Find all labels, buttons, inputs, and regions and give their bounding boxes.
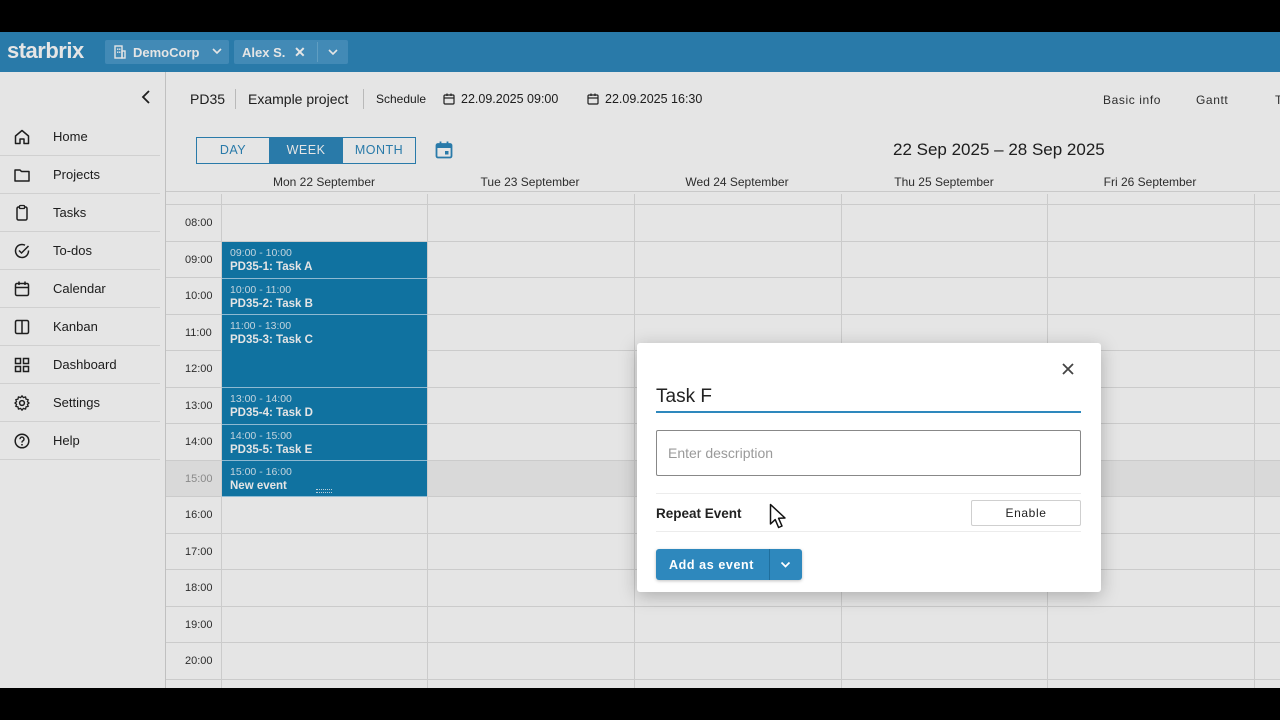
divider xyxy=(769,549,770,580)
repeat-event-label: Repeat Event xyxy=(656,506,742,521)
repeat-event-row: Repeat Event Enable xyxy=(656,493,1081,532)
event-title-input[interactable] xyxy=(656,383,1081,413)
add-as-event-label: Add as event xyxy=(669,558,755,572)
description-input[interactable] xyxy=(656,430,1081,476)
add-as-event-button[interactable]: Add as event xyxy=(656,549,802,580)
mouse-cursor-icon xyxy=(769,503,786,529)
new-event-dialog: Repeat Event Enable Add as event xyxy=(637,343,1101,592)
enable-repeat-button[interactable]: Enable xyxy=(971,500,1081,526)
close-icon[interactable] xyxy=(1060,361,1076,377)
chevron-down-icon[interactable] xyxy=(779,558,792,571)
app-window: starbrix DemoCorp Alex S. ✕ Home Project… xyxy=(0,32,1280,688)
